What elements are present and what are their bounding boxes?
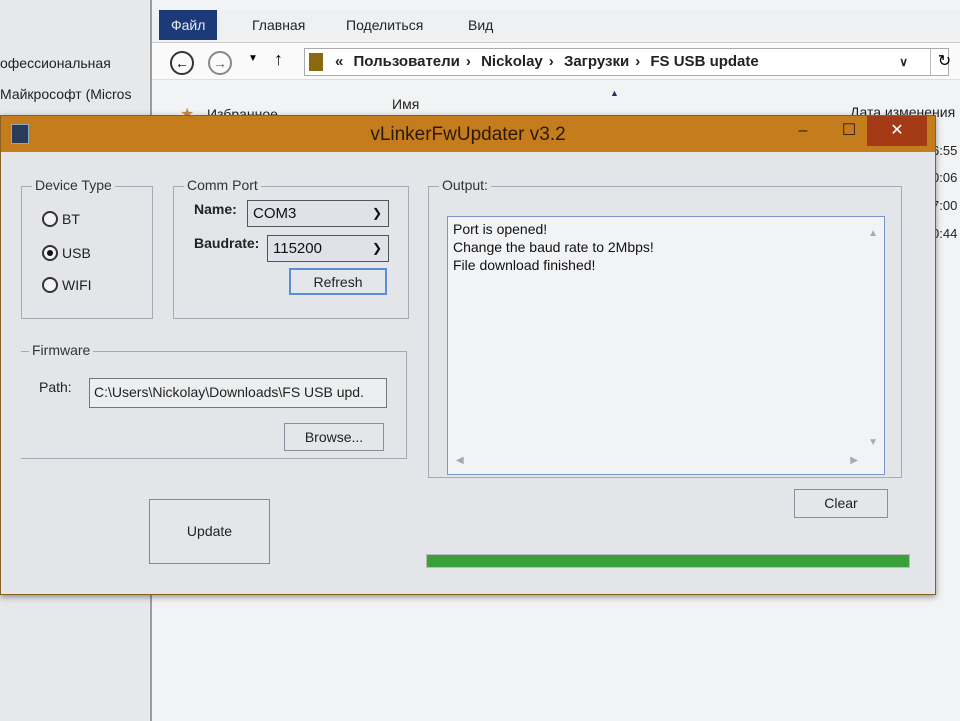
title-bar[interactable]: vLinkerFwUpdater v3.2 – ☐ ✕ <box>1 116 935 152</box>
progress-fill <box>427 555 909 567</box>
column-name[interactable]: Имя <box>392 96 419 112</box>
path-label: Path: <box>39 379 72 395</box>
scroll-left-icon[interactable]: ◀ <box>456 452 464 470</box>
log-line: Change the baud rate to 2Mbps! <box>453 239 654 255</box>
address-bar[interactable]: « Пользователи › Nickolay › Загрузки › FS U… <box>304 48 949 76</box>
breadcrumb-overflow[interactable]: « <box>335 53 343 70</box>
update-button[interactable]: Update <box>149 499 270 564</box>
progress-bar <box>426 554 910 568</box>
comm-port-group: Comm Port Name: COM3 ❯ Baudrate: 115200 ❯ … <box>173 177 409 319</box>
breadcrumb-item[interactable]: Загрузки <box>564 53 629 70</box>
device-type-group: Device Type BT USB WIFI <box>21 177 153 319</box>
ribbon-tabs: Файл Главная Поделиться Вид <box>152 10 960 40</box>
group-label: Comm Port <box>184 177 261 193</box>
radio-usb[interactable]: USB <box>42 245 91 261</box>
baudrate-select[interactable]: 115200 ❯ <box>267 235 389 262</box>
scroll-right-icon[interactable]: ▶ <box>850 452 858 470</box>
chevron-down-icon: ❯ <box>371 206 382 220</box>
baudrate-label: Baudrate: <box>194 235 260 251</box>
select-value: COM3 <box>253 205 297 222</box>
refresh-button[interactable]: Refresh <box>289 268 387 295</box>
radio-icon <box>42 211 58 227</box>
breadcrumb-item[interactable]: Nickolay <box>481 53 543 70</box>
group-label: Output: <box>439 177 491 193</box>
breadcrumb-item[interactable]: Пользователи <box>354 53 460 70</box>
tab-file[interactable]: Файл <box>159 10 218 40</box>
chevron-down-icon: ❯ <box>371 241 382 255</box>
chevron-down-icon[interactable]: ▼ <box>248 53 258 64</box>
scroll-up-icon[interactable]: ▲ <box>868 225 878 243</box>
select-value: 115200 <box>273 240 322 257</box>
chevron-down-icon[interactable]: ∨ <box>899 49 908 75</box>
log-line: File download finished! <box>453 257 596 273</box>
background-text: Майкрософт (Micros <box>0 86 132 102</box>
group-label: Firmware <box>29 342 94 358</box>
tab-view[interactable]: Вид <box>456 10 505 40</box>
background-text: офессиональная <box>0 55 111 71</box>
vlinker-updater-dialog: vLinkerFwUpdater v3.2 – ☐ ✕ Device Type … <box>0 115 936 595</box>
radio-label: BT <box>62 211 80 227</box>
browse-button[interactable]: Browse... <box>284 423 384 451</box>
log-line: Port is opened! <box>453 221 548 237</box>
group-label: Device Type <box>32 177 115 193</box>
tab-share[interactable]: Поделиться <box>334 10 435 40</box>
refresh-icon[interactable]: ↻ <box>930 49 958 75</box>
radio-wifi[interactable]: WIFI <box>42 277 92 293</box>
up-arrow-icon[interactable]: ↑ <box>274 49 283 70</box>
tab-home[interactable]: Главная <box>240 10 317 40</box>
radio-bt[interactable]: BT <box>42 211 80 227</box>
name-label: Name: <box>194 201 237 217</box>
close-icon[interactable]: ✕ <box>867 116 927 146</box>
port-name-select[interactable]: COM3 ❯ <box>247 200 389 227</box>
sort-arrow-icon: ▲ <box>610 88 619 98</box>
column-header: ★ Избранное Имя ▲ Дата изменения <box>152 88 960 123</box>
radio-checked-icon <box>42 245 58 261</box>
radio-label: USB <box>62 245 91 261</box>
back-icon[interactable]: ← <box>170 51 194 75</box>
radio-label: WIFI <box>62 277 92 293</box>
clear-button[interactable]: Clear <box>794 489 888 518</box>
radio-icon <box>42 277 58 293</box>
breadcrumb-item[interactable]: FS USB update <box>650 53 758 70</box>
forward-icon[interactable]: → <box>208 51 232 75</box>
scroll-down-icon[interactable]: ▼ <box>868 434 878 452</box>
minimize-icon[interactable]: – <box>781 116 825 146</box>
navigation-bar: ← → ▼ ↑ « Пользователи › Nickolay › Загруз… <box>152 42 960 80</box>
folder-icon <box>309 53 323 71</box>
output-log[interactable]: Port is opened! Change the baud rate to … <box>447 216 885 475</box>
firmware-group: Firmware Path: C:\Users\Nickolay\Downloa… <box>21 342 407 459</box>
maximize-icon[interactable]: ☐ <box>827 116 871 146</box>
firmware-path-input[interactable]: C:\Users\Nickolay\Downloads\FS USB upd. <box>89 378 387 408</box>
